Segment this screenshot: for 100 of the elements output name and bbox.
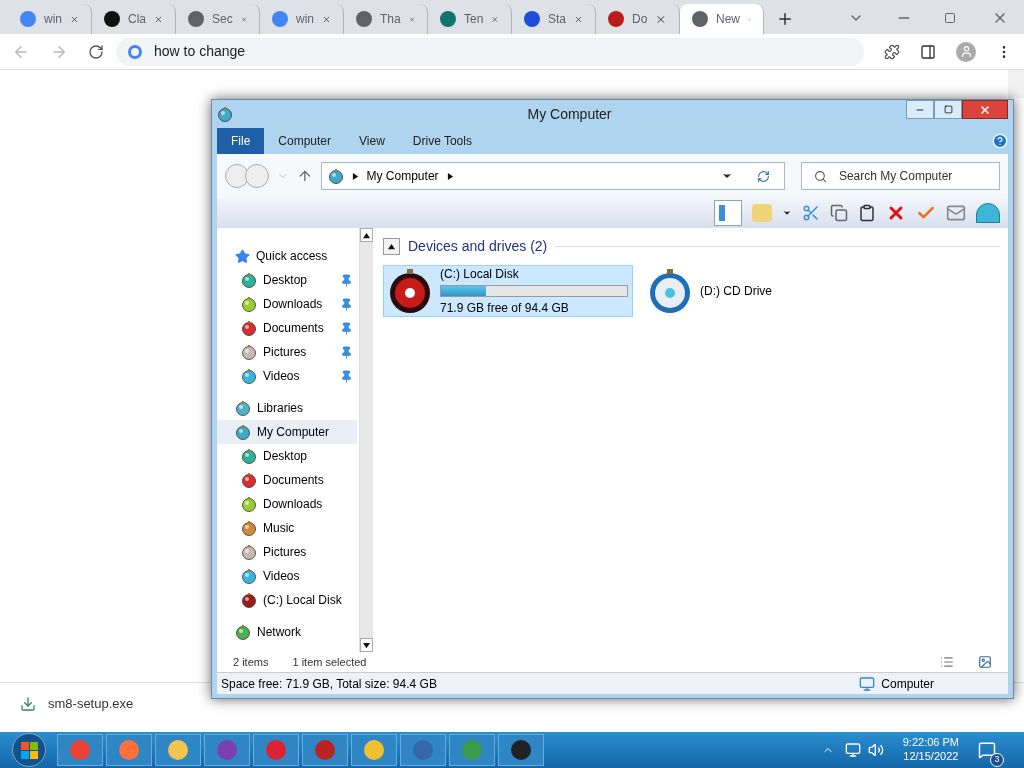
nav-item[interactable]: Music <box>217 516 357 540</box>
nav-item[interactable]: Pictures <box>217 540 357 564</box>
nav-item[interactable]: (C:) Local Disk <box>217 588 357 612</box>
nav-label: Pictures <box>263 344 308 361</box>
nav-label: Music <box>263 520 296 537</box>
chevron-icon <box>446 172 454 180</box>
address-bar[interactable]: how to change <box>116 37 864 66</box>
browser-tab[interactable]: Do <box>596 4 680 34</box>
reload-icon[interactable] <box>88 43 104 60</box>
new-tab-icon[interactable] <box>776 10 794 28</box>
nav-item[interactable]: Videos <box>217 364 357 388</box>
nav-item[interactable]: Downloads <box>217 492 357 516</box>
ribbon-tab[interactable]: Drive Tools <box>398 128 486 154</box>
browser-tab[interactable]: win <box>8 4 92 34</box>
nav-label: Documents <box>263 472 325 489</box>
browser-tab[interactable]: Ten <box>428 4 512 34</box>
drive-ball-icon <box>241 272 257 288</box>
collapse-button[interactable] <box>383 238 400 255</box>
nav-item[interactable]: My Computer <box>217 420 357 444</box>
preview-pane-icon[interactable] <box>714 200 742 226</box>
scroll-up-button[interactable] <box>360 228 373 242</box>
nav-item[interactable]: Quick access <box>217 244 357 268</box>
refresh-icon[interactable] <box>756 169 770 183</box>
location-label: Computer <box>881 675 934 693</box>
drive-tile[interactable]: (C:) Local Disk 71.9 GB free of 94.4 GB <box>383 265 633 317</box>
browser-tab[interactable]: New <box>680 4 764 34</box>
mail-icon[interactable] <box>946 203 966 223</box>
nav-scrollbar[interactable] <box>359 228 373 652</box>
nav-label: Pictures <box>263 544 308 561</box>
group-heading: Devices and drives (2) <box>408 237 548 256</box>
tiles-view-icon[interactable] <box>978 655 992 669</box>
taskbar-app[interactable] <box>498 734 544 766</box>
drive-ball-icon <box>241 544 257 560</box>
tab-title: win <box>296 11 314 28</box>
close-button[interactable] <box>962 100 1008 119</box>
minimize-button[interactable] <box>906 100 934 119</box>
tab-title: Ten <box>464 11 484 28</box>
browser-tab[interactable]: win <box>260 4 344 34</box>
side-panel-icon[interactable] <box>920 43 936 60</box>
dropdown-icon[interactable] <box>782 208 792 218</box>
maximize-button[interactable] <box>934 100 962 119</box>
ribbon-tab[interactable]: File <box>217 128 265 154</box>
network-icon[interactable] <box>844 742 861 758</box>
nav-label: Videos <box>263 368 301 385</box>
browser-tab[interactable]: Cla <box>92 4 176 34</box>
address-text: how to change <box>154 42 246 61</box>
disc-icon <box>648 267 692 315</box>
nav-label: Desktop <box>263 448 309 465</box>
drive-ball-icon <box>241 592 257 608</box>
tab-title: Sec <box>212 11 233 28</box>
start-button[interactable] <box>12 733 46 767</box>
nav-item[interactable]: Desktop <box>217 444 357 468</box>
details-view-icon[interactable] <box>940 655 954 669</box>
drive-tile[interactable]: (D:) CD Drive <box>643 265 893 317</box>
drive-ball-icon <box>241 344 257 360</box>
nav-label: Quick access <box>256 248 329 265</box>
scroll-down-button[interactable] <box>360 638 373 652</box>
nav-label: Desktop <box>263 272 309 289</box>
nav-label: Libraries <box>257 400 305 417</box>
nav-item[interactable]: Downloads <box>217 292 357 316</box>
download-file-icon <box>20 695 36 712</box>
up-arrow-icon <box>363 231 370 239</box>
nav-item[interactable]: Videos <box>217 564 357 588</box>
page-scrollbar[interactable] <box>1008 70 1024 98</box>
restore-icon[interactable] <box>944 12 956 24</box>
breadcrumb[interactable]: My Computer <box>366 167 439 185</box>
search-field[interactable]: Search My Computer <box>800 162 1000 190</box>
volume-icon[interactable] <box>867 742 884 758</box>
notification-count: 3 <box>990 753 1004 767</box>
browser-tab[interactable]: Tha <box>344 4 428 34</box>
up-arrow-icon <box>388 243 395 250</box>
browser-tab[interactable]: Sec <box>176 4 260 34</box>
ribbon-tab[interactable]: Computer <box>264 128 346 154</box>
cut-icon[interactable] <box>802 204 820 222</box>
nav-item[interactable]: Desktop <box>217 268 357 292</box>
nav-item[interactable]: Documents <box>217 316 357 340</box>
drive-ball-icon <box>235 424 251 440</box>
download-filename[interactable]: sm8-setup.exe <box>48 693 134 714</box>
nav-item[interactable]: Libraries <box>217 396 357 420</box>
hard-disk-icon <box>388 267 432 315</box>
clock[interactable]: 9:22:06 PM 12/15/2022 <box>902 736 959 764</box>
copy-icon[interactable] <box>830 204 848 222</box>
notifications-icon[interactable] <box>978 741 996 759</box>
google-icon <box>128 44 142 59</box>
drive-ball-icon <box>241 496 257 512</box>
browser-tab[interactable]: Sta <box>512 4 596 34</box>
nav-item[interactable]: Documents <box>217 468 357 492</box>
help-icon[interactable] <box>992 133 1008 149</box>
nav-item[interactable]: Pictures <box>217 340 357 364</box>
address-field[interactable]: My Computer <box>320 162 785 190</box>
profile-icon[interactable] <box>956 41 976 62</box>
nav-label: Documents <box>263 320 325 337</box>
tab-title: Do <box>632 11 648 28</box>
ribbon-tab[interactable]: View <box>345 128 399 154</box>
drive-ball-icon <box>241 296 257 312</box>
drive-ball-icon <box>241 448 257 464</box>
paste-icon[interactable] <box>858 204 876 222</box>
extensions-icon[interactable] <box>884 43 900 60</box>
nav-item[interactable]: Network <box>217 620 357 644</box>
tab-title: Tha <box>380 11 401 28</box>
